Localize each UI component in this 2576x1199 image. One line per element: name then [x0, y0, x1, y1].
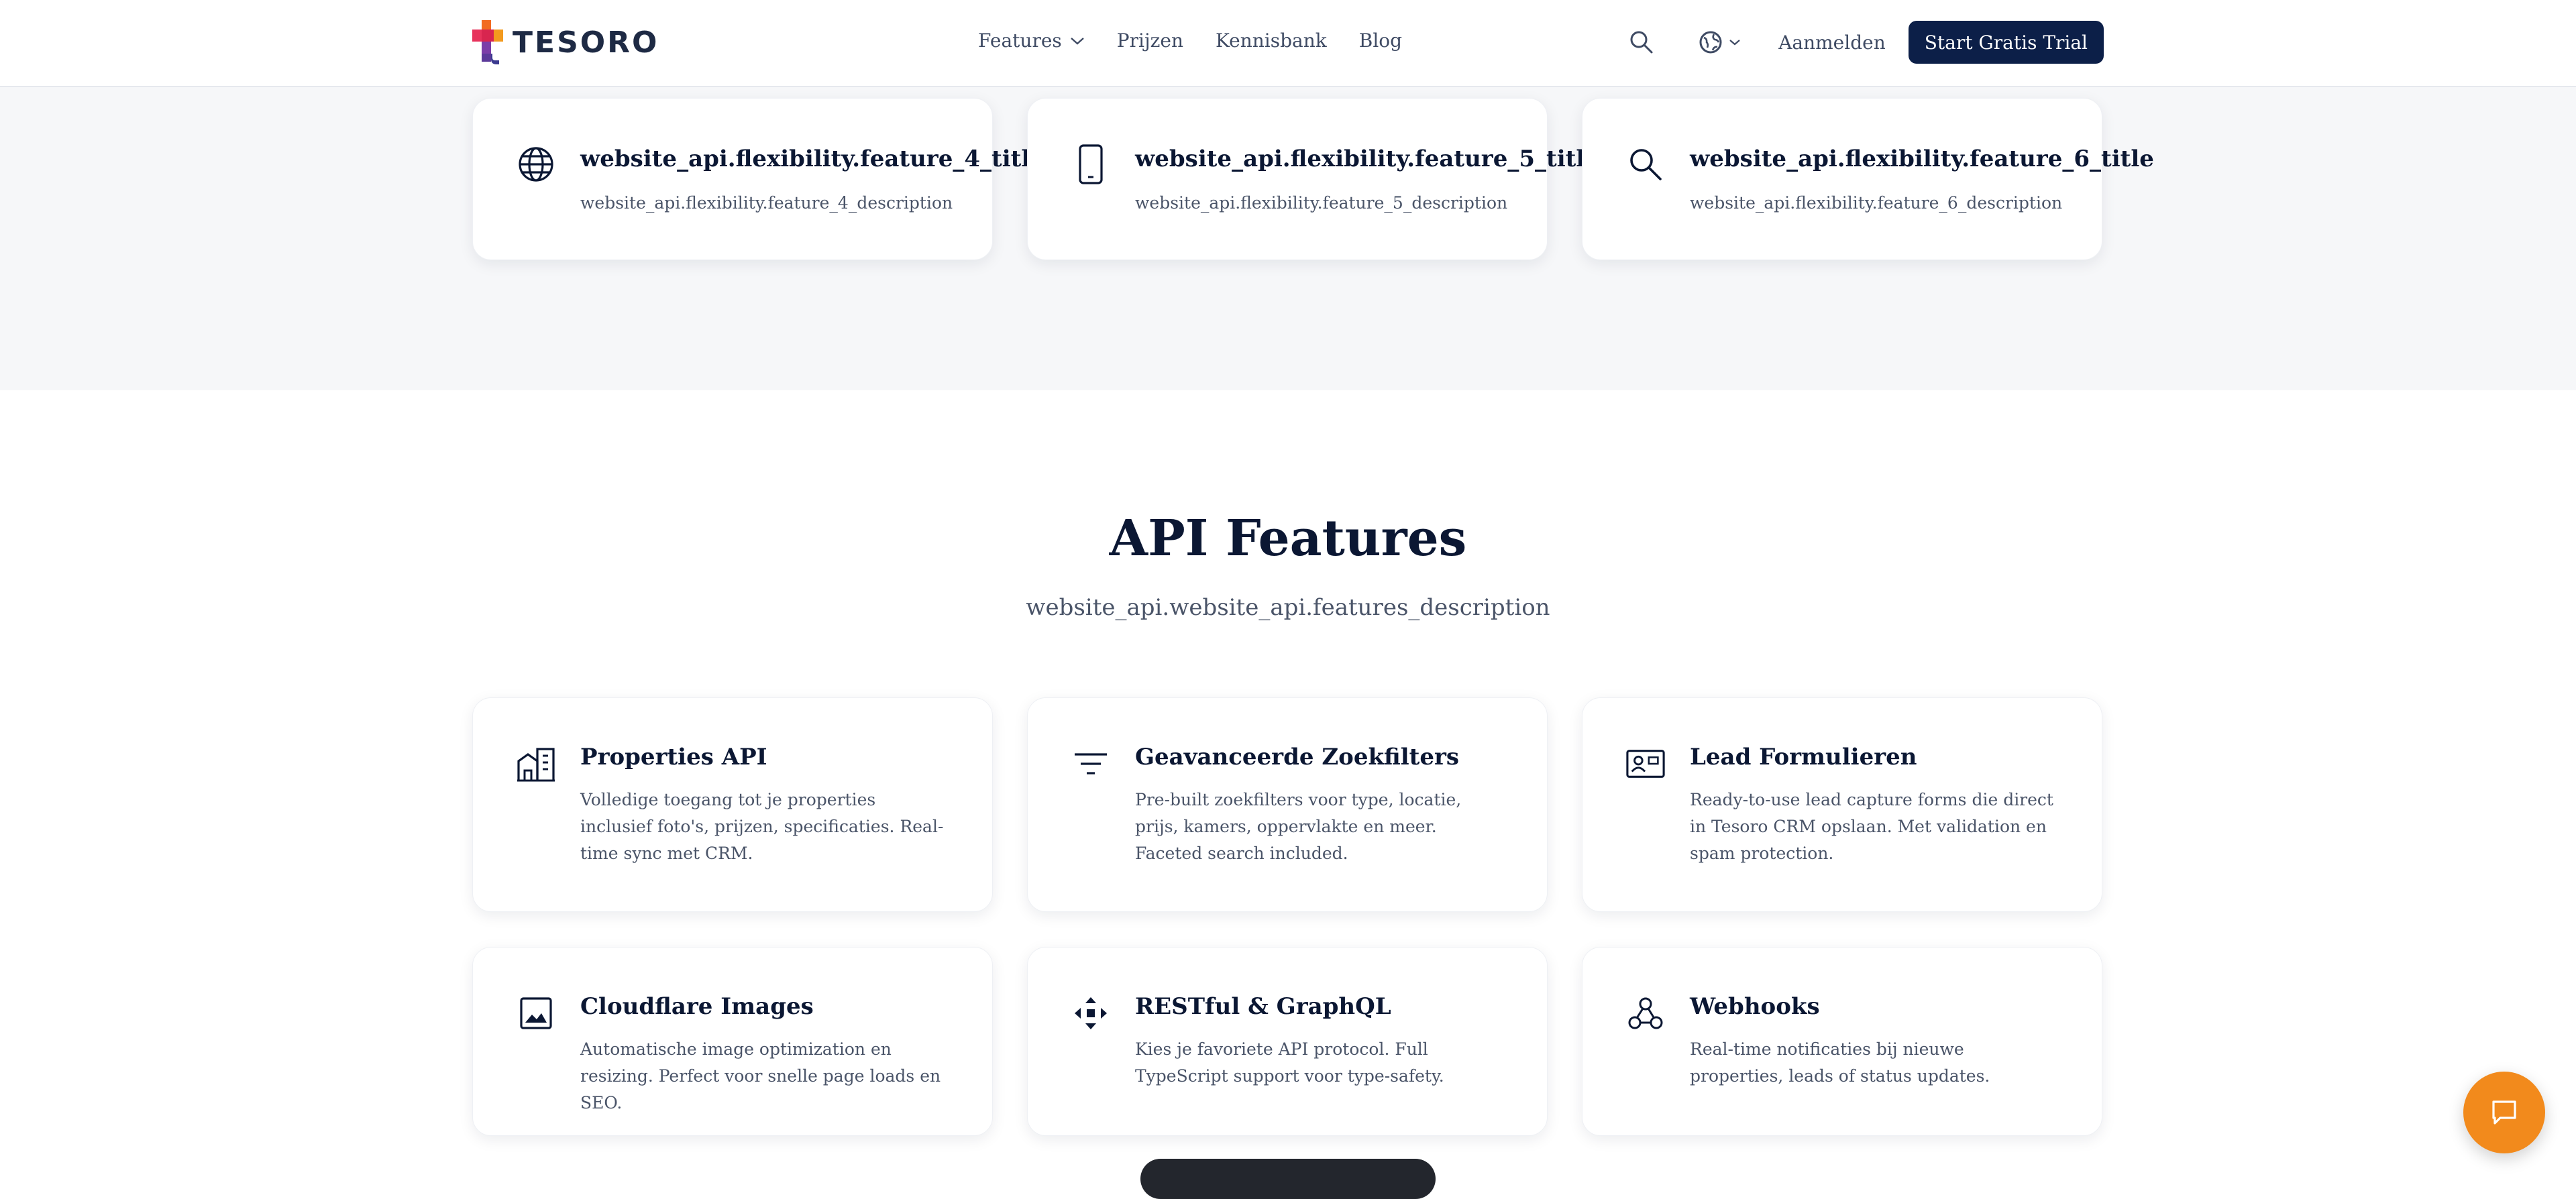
- card-description: Ready-to-use lead capture forms die dire…: [1690, 790, 2053, 863]
- card-title: Cloudflare Images: [580, 993, 814, 1020]
- card-title: Lead Formulieren: [1690, 744, 1917, 770]
- globe-icon: [516, 144, 556, 184]
- card-description: website_api.flexibility.feature_4_descri…: [580, 193, 953, 213]
- card-title: website_api.flexibility.feature_4_title: [580, 146, 1044, 172]
- nav-item-blog-label: Blog: [1358, 30, 1403, 52]
- webhook-icon: [1625, 993, 1666, 1033]
- chevron-down-icon: [1729, 40, 1740, 46]
- chat-button[interactable]: [2463, 1072, 2545, 1153]
- section-subtitle: website_api.website_api.features_descrip…: [1026, 594, 1550, 621]
- card-description: Kies je favoriete API protocol. Full Typ…: [1135, 1039, 1444, 1086]
- smartphone-icon: [1071, 144, 1111, 184]
- main-nav: Features Prijzen Kennisbank Blog: [978, 30, 1434, 52]
- nav-item-kennisbank[interactable]: Kennisbank: [1216, 30, 1327, 52]
- api-arrows-icon: [1071, 993, 1111, 1033]
- feature-card: Geavanceerde Zoekfilters Pre-built zoekf…: [1027, 697, 1548, 912]
- flexibility-card: website_api.flexibility.feature_5_title …: [1027, 98, 1599, 260]
- language-switcher[interactable]: [1698, 30, 1741, 55]
- brand-name: TESORO: [513, 25, 659, 60]
- feature-card: Cloudflare Images Automatische image opt…: [472, 947, 993, 1136]
- buildings-icon: [516, 744, 556, 784]
- card-title: Properties API: [580, 744, 767, 770]
- login-link[interactable]: Aanmelden: [1778, 32, 1886, 54]
- site-header: TESORO Features Prijzen Kennisbank Blog: [0, 0, 2576, 87]
- nav-item-prijzen-label: Prijzen: [1116, 30, 1183, 52]
- chevron-down-icon: [1070, 37, 1084, 45]
- section-title: API Features: [1109, 510, 1467, 567]
- card-title: website_api.flexibility.feature_5_title: [1135, 146, 1599, 172]
- card-description: Real-time notificaties bij nieuwe proper…: [1690, 1039, 1990, 1086]
- search-button[interactable]: [1628, 29, 1655, 56]
- card-title: Geavanceerde Zoekfilters: [1135, 744, 1460, 770]
- contact-card-icon: [1625, 744, 1666, 784]
- card-title: website_api.flexibility.feature_6_title: [1690, 146, 2154, 172]
- nav-item-prijzen[interactable]: Prijzen: [1117, 30, 1183, 52]
- brand-logo[interactable]: TESORO: [472, 20, 659, 64]
- card-description: Volledige toegang tot je properties incl…: [580, 790, 944, 863]
- card-title: Webhooks: [1690, 993, 1820, 1020]
- card-description: Pre-built zoekfilters voor type, locatie…: [1135, 790, 1462, 863]
- start-trial-button[interactable]: Start Gratis Trial: [1908, 21, 2104, 64]
- nav-item-features[interactable]: Features: [978, 30, 1085, 52]
- flexibility-card: website_api.flexibility.feature_6_title …: [1582, 98, 2154, 260]
- search-icon: [1625, 144, 1666, 184]
- nav-item-blog[interactable]: Blog: [1359, 30, 1402, 52]
- feature-card: RESTful & GraphQL Kies je favoriete API …: [1027, 947, 1548, 1136]
- card-title: RESTful & GraphQL: [1135, 993, 1391, 1020]
- flexibility-card: website_api.flexibility.feature_4_title …: [472, 98, 1044, 260]
- search-icon: [1630, 31, 1653, 54]
- filter-icon: [1071, 744, 1111, 784]
- feature-card: Lead Formulieren Ready-to-use lead captu…: [1582, 697, 2102, 912]
- tesoro-logo-mark-icon: [472, 20, 503, 64]
- nav-item-kennisbank-label: Kennisbank: [1216, 30, 1327, 52]
- chat-bubble-icon: [2492, 1100, 2516, 1125]
- card-description: website_api.flexibility.feature_5_descri…: [1135, 193, 1508, 213]
- bottom-toolbar[interactable]: [1140, 1159, 1436, 1199]
- header-tools: Aanmelden Start Gratis Trial: [1628, 21, 2104, 64]
- card-description: website_api.flexibility.feature_6_descri…: [1690, 193, 2063, 213]
- image-icon: [516, 993, 556, 1033]
- feature-card: Webhooks Real-time notificaties bij nieu…: [1582, 947, 2102, 1136]
- language-globe-icon: [1699, 31, 1722, 54]
- feature-card: Properties API Volledige toegang tot je …: [472, 697, 993, 912]
- nav-item-features-label: Features: [978, 30, 1062, 52]
- card-description: Automatische image optimization en resiz…: [580, 1039, 941, 1112]
